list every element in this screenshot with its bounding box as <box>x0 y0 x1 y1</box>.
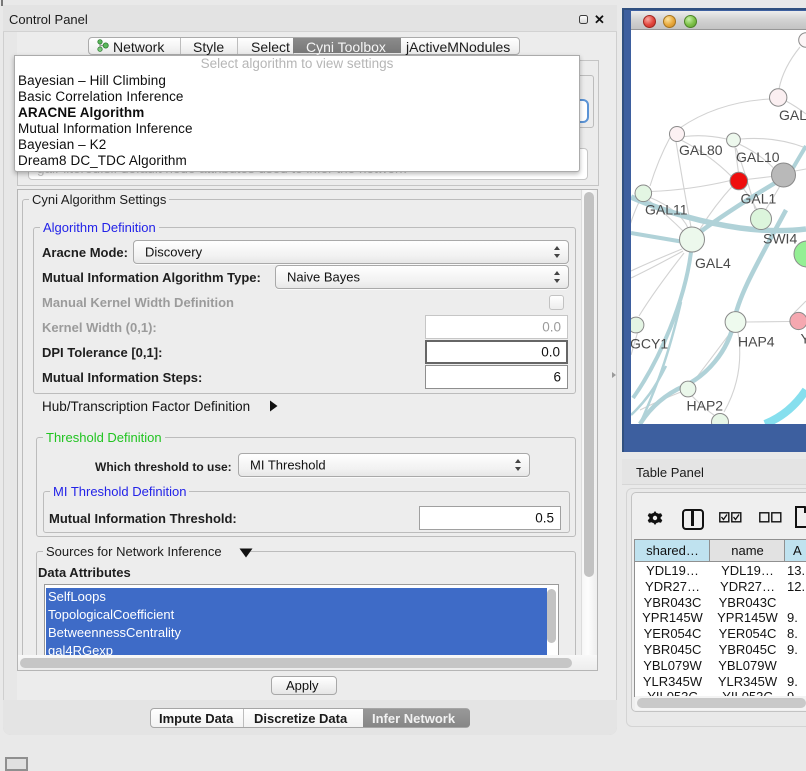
svg-text:GAL1: GAL1 <box>741 191 777 207</box>
svg-text:HAP4: HAP4 <box>738 334 775 350</box>
svg-text:GAL11: GAL11 <box>645 202 688 218</box>
svg-text:GAL4: GAL4 <box>695 255 731 271</box>
svg-text:SWI4: SWI4 <box>763 231 797 247</box>
svg-text:HAP2: HAP2 <box>687 398 724 414</box>
svg-text:Y: Y <box>801 331 806 347</box>
svg-text:GAL2: GAL2 <box>779 107 806 123</box>
svg-text:GAL10: GAL10 <box>736 149 780 165</box>
svg-text:GAL80: GAL80 <box>679 142 723 158</box>
svg-text:GCY1: GCY1 <box>631 336 668 352</box>
